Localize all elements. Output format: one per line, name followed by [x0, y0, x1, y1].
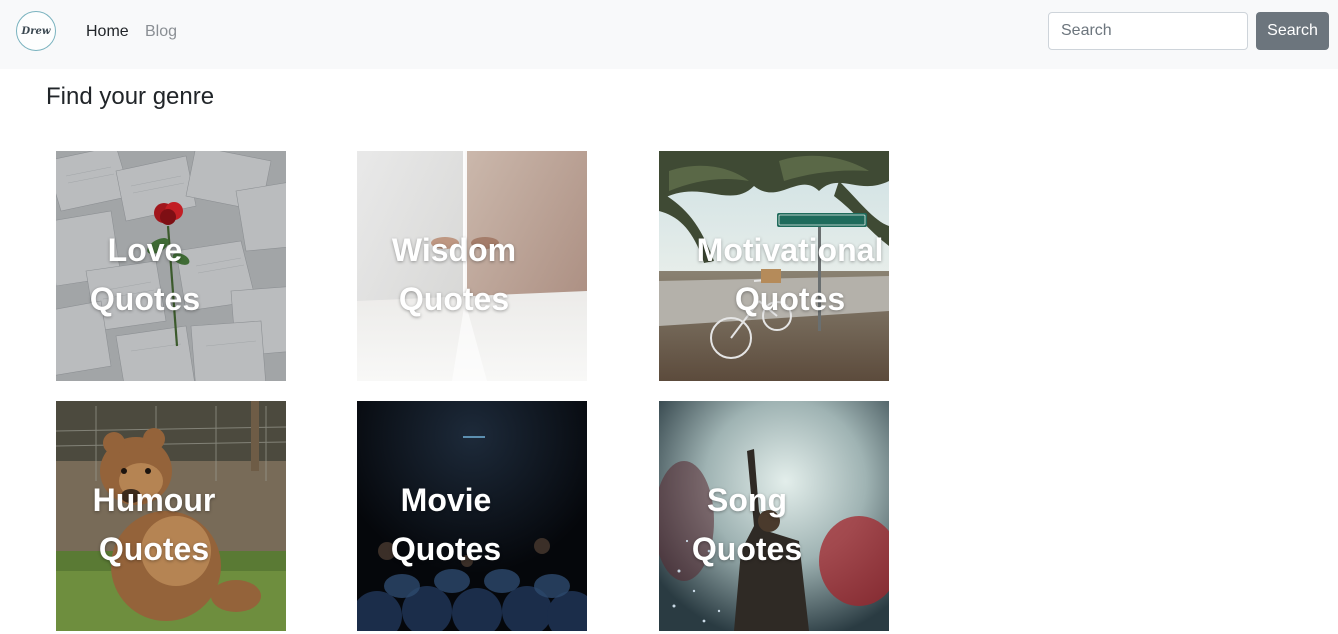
card-title: Love Quotes [56, 226, 260, 324]
genre-card-love[interactable]: Love Quotes [56, 151, 286, 381]
search-input[interactable] [1048, 12, 1248, 50]
card-title-line1: Motivational [696, 232, 884, 268]
genre-card-song[interactable]: Song Quotes [659, 401, 889, 631]
card-title-line1: Wisdom [391, 232, 517, 268]
card-title-line2: Quotes [734, 281, 846, 317]
genre-card-movie[interactable]: Movie Quotes [357, 401, 587, 631]
card-title-line1: Movie [400, 482, 492, 518]
navbar: Drew Home Blog Search [0, 0, 1338, 69]
brand-logo[interactable]: Drew [16, 11, 56, 51]
card-title-line2: Quotes [691, 531, 803, 567]
card-title-line2: Quotes [98, 531, 210, 567]
card-title-line1: Love [107, 232, 183, 268]
card-title: Motivational Quotes [675, 226, 889, 324]
card-title-line1: Song [707, 482, 787, 518]
card-title-line2: Quotes [89, 281, 201, 317]
card-title: Wisdom Quotes [357, 226, 569, 324]
card-title-line2: Quotes [398, 281, 510, 317]
nav-link-blog[interactable]: Blog [145, 22, 177, 42]
card-title-line2: Quotes [390, 531, 502, 567]
search-button[interactable]: Search [1256, 12, 1329, 50]
genre-card-humour[interactable]: Humour Quotes [56, 401, 286, 631]
nav-link-home[interactable]: Home [86, 22, 129, 42]
genre-card-wisdom[interactable]: Wisdom Quotes [357, 151, 587, 381]
page-title: Find your genre [46, 83, 215, 110]
genre-card-motivational[interactable]: Motivational Quotes [659, 151, 889, 381]
card-title: Humour Quotes [56, 476, 269, 574]
card-title: Song Quotes [659, 476, 862, 574]
card-title-line1: Humour [92, 482, 216, 518]
card-title: Movie Quotes [357, 476, 561, 574]
